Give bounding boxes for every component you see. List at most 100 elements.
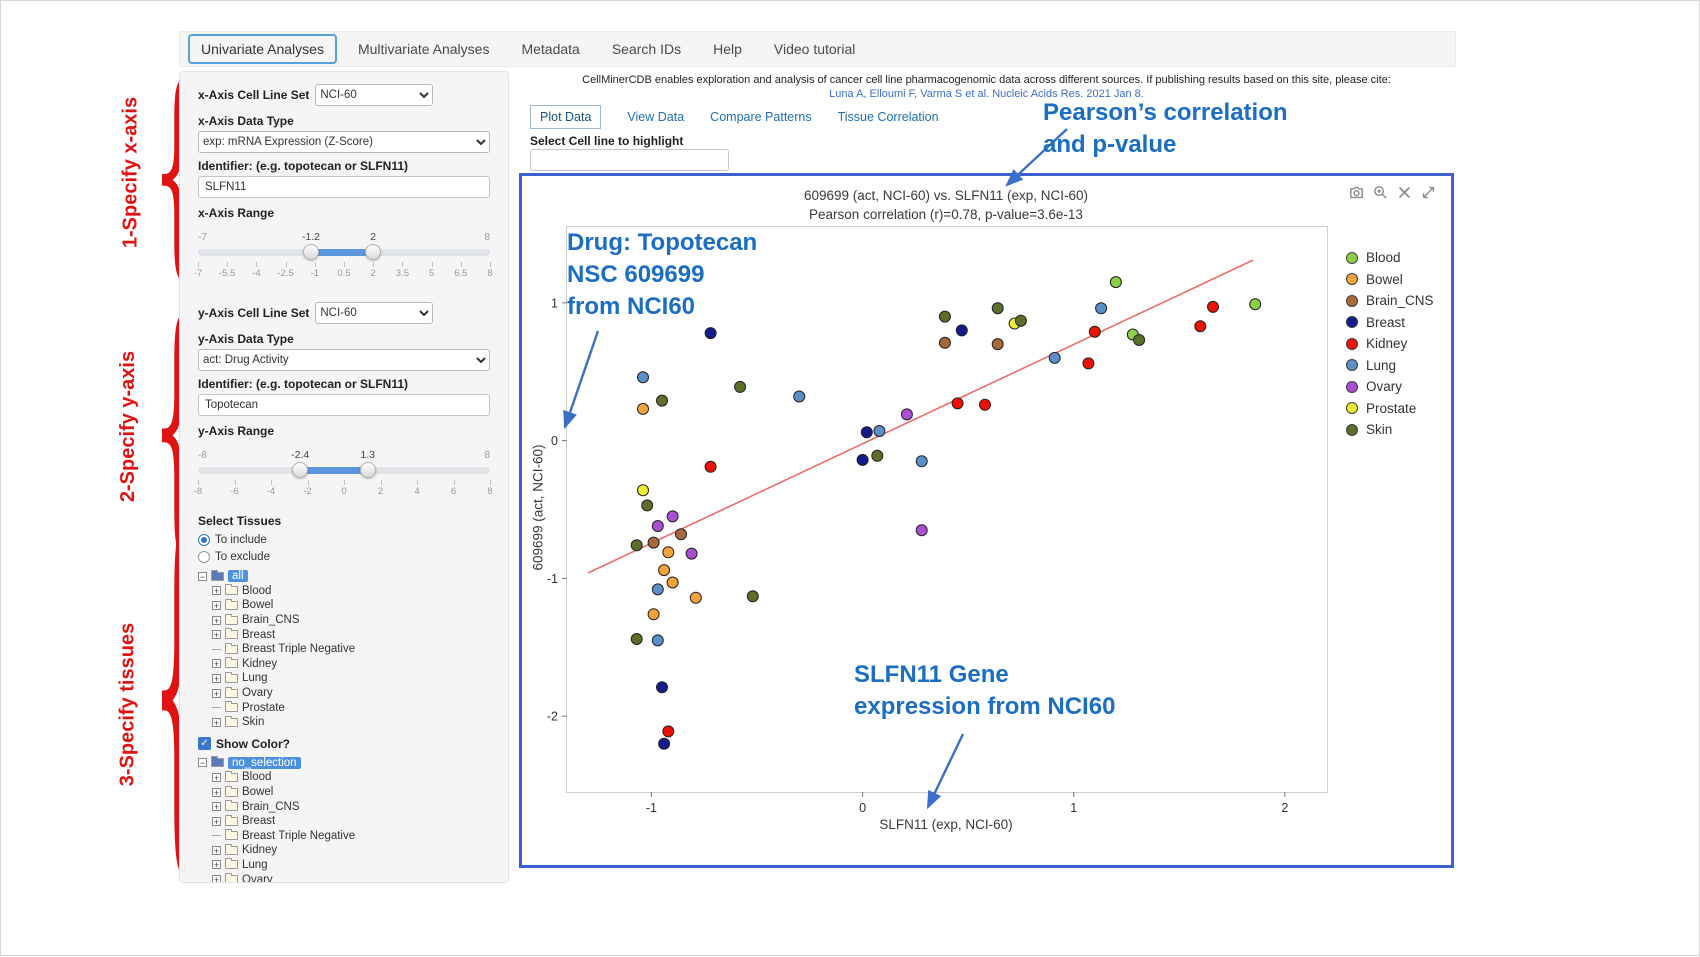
expand-icon[interactable]: + bbox=[212, 846, 221, 855]
tree-item-kidney[interactable]: +Kidney bbox=[212, 843, 490, 858]
radio-unselected-icon[interactable] bbox=[198, 551, 210, 563]
pan-icon[interactable] bbox=[1420, 184, 1437, 201]
data-point-breast[interactable] bbox=[657, 682, 668, 693]
legend-item-blood[interactable]: Blood bbox=[1346, 247, 1434, 269]
legend-item-prostate[interactable]: Prostate bbox=[1346, 398, 1434, 420]
data-point-breast[interactable] bbox=[857, 454, 868, 465]
data-point-ovary[interactable] bbox=[901, 409, 912, 420]
data-point-kidney[interactable] bbox=[1195, 321, 1206, 332]
data-point-skin[interactable] bbox=[657, 395, 668, 406]
tab-compare-patterns[interactable]: Compare Patterns bbox=[710, 110, 811, 124]
data-point-skin[interactable] bbox=[631, 634, 642, 645]
tree-item-breast-triple-negative[interactable]: Breast Triple Negative bbox=[212, 829, 490, 844]
slider-handle-right[interactable] bbox=[365, 244, 381, 260]
data-point-bowel[interactable] bbox=[648, 609, 659, 620]
data-point-bowel[interactable] bbox=[667, 577, 678, 588]
collapse-icon[interactable]: − bbox=[198, 572, 207, 581]
data-point-breast[interactable] bbox=[705, 328, 716, 339]
radio-to-include[interactable]: To include bbox=[198, 531, 490, 548]
data-point-lung[interactable] bbox=[652, 584, 663, 595]
legend-item-lung[interactable]: Lung bbox=[1346, 355, 1434, 377]
data-point-bowel[interactable] bbox=[663, 547, 674, 558]
nav-tab-univariate-analyses[interactable]: Univariate Analyses bbox=[188, 34, 337, 64]
data-point-kidney[interactable] bbox=[663, 726, 674, 737]
data-point-skin[interactable] bbox=[631, 540, 642, 551]
tree-item-skin[interactable]: +Skin bbox=[212, 715, 490, 730]
tree-item-ovary[interactable]: +Ovary bbox=[212, 686, 490, 701]
slider-handle-right[interactable] bbox=[360, 462, 376, 478]
data-point-ovary[interactable] bbox=[686, 548, 697, 559]
close-icon[interactable] bbox=[1396, 184, 1413, 201]
legend-item-bowel[interactable]: Bowel bbox=[1346, 269, 1434, 291]
tree-item-bowel[interactable]: +Bowel bbox=[212, 598, 490, 613]
data-point-lung[interactable] bbox=[916, 456, 927, 467]
tree-item-brain-cns[interactable]: +Brain_CNS bbox=[212, 799, 490, 814]
tab-plot-data[interactable]: Plot Data bbox=[530, 105, 601, 129]
tree-root-no-selection[interactable]: − no_selection bbox=[198, 756, 490, 771]
slider-selected-range[interactable] bbox=[300, 467, 368, 474]
tree-item-blood[interactable]: +Blood bbox=[212, 584, 490, 599]
tree-item-lung[interactable]: +Lung bbox=[212, 858, 490, 873]
slider-handle-left[interactable] bbox=[303, 244, 319, 260]
camera-icon[interactable] bbox=[1348, 184, 1365, 201]
y-identifier-input[interactable] bbox=[198, 394, 490, 416]
legend-item-ovary[interactable]: Ovary bbox=[1346, 376, 1434, 398]
radio-to-exclude[interactable]: To exclude bbox=[198, 548, 490, 565]
expand-icon[interactable]: + bbox=[212, 674, 221, 683]
data-point-kidney[interactable] bbox=[1208, 301, 1219, 312]
nav-tab-video-tutorial[interactable]: Video tutorial bbox=[763, 36, 866, 62]
data-point-prostate[interactable] bbox=[638, 485, 649, 496]
y-data-type-select[interactable]: act: Drug Activity bbox=[198, 349, 490, 371]
data-point-breast[interactable] bbox=[659, 738, 670, 749]
data-point-blood[interactable] bbox=[1250, 299, 1261, 310]
data-point-skin[interactable] bbox=[872, 450, 883, 461]
slider-handle-left[interactable] bbox=[292, 462, 308, 478]
nav-tab-multivariate-analyses[interactable]: Multivariate Analyses bbox=[347, 36, 501, 62]
expand-icon[interactable]: + bbox=[212, 788, 221, 797]
data-point-ovary[interactable] bbox=[916, 525, 927, 536]
tree-item-brain-cns[interactable]: +Brain_CNS bbox=[212, 613, 490, 628]
plot-area[interactable]: -1012-2-101 bbox=[566, 226, 1328, 793]
tab-view-data[interactable]: View Data bbox=[627, 110, 684, 124]
legend-item-brain-cns[interactable]: Brain_CNS bbox=[1346, 290, 1434, 312]
tree-item-breast[interactable]: +Breast bbox=[212, 627, 490, 642]
expand-icon[interactable]: + bbox=[212, 875, 221, 883]
data-point-lung[interactable] bbox=[1049, 352, 1060, 363]
x-range-slider[interactable]: -7 8 -1.2 2 -7-5.5-4-2.5-10.523.556.58 bbox=[198, 234, 490, 286]
expand-icon[interactable]: + bbox=[212, 659, 221, 668]
data-point-skin[interactable] bbox=[1134, 335, 1145, 346]
checkbox-checked-icon[interactable]: ✓ bbox=[198, 737, 211, 750]
data-point-kidney[interactable] bbox=[1089, 326, 1100, 337]
expand-icon[interactable]: + bbox=[212, 860, 221, 869]
data-point-bowel[interactable] bbox=[690, 592, 701, 603]
data-point-breast[interactable] bbox=[861, 427, 872, 438]
data-point-bowel[interactable] bbox=[638, 403, 649, 414]
expand-icon[interactable]: + bbox=[212, 616, 221, 625]
tree-item-blood[interactable]: +Blood bbox=[212, 770, 490, 785]
data-point-lung[interactable] bbox=[794, 391, 805, 402]
tree-item-bowel[interactable]: +Bowel bbox=[212, 785, 490, 800]
slider-track[interactable] bbox=[198, 249, 490, 256]
data-point-lung[interactable] bbox=[1096, 303, 1107, 314]
data-point-bowel[interactable] bbox=[659, 565, 670, 576]
data-point-kidney[interactable] bbox=[980, 399, 991, 410]
nav-tab-search-ids[interactable]: Search IDs bbox=[601, 36, 692, 62]
slider-selected-range[interactable] bbox=[311, 249, 373, 256]
y-cell-line-set-select[interactable]: NCI-60 bbox=[315, 302, 433, 324]
x-data-type-select[interactable]: exp: mRNA Expression (Z-Score) bbox=[198, 131, 490, 153]
tree-item-breast-triple-negative[interactable]: Breast Triple Negative bbox=[212, 642, 490, 657]
radio-selected-icon[interactable] bbox=[198, 534, 210, 546]
data-point-lung[interactable] bbox=[652, 635, 663, 646]
highlight-input[interactable] bbox=[530, 149, 729, 171]
data-point-skin[interactable] bbox=[747, 591, 758, 602]
data-point-skin[interactable] bbox=[939, 311, 950, 322]
tree-root-all[interactable]: − all bbox=[198, 569, 490, 584]
tree-item-prostate[interactable]: Prostate bbox=[212, 700, 490, 715]
x-cell-line-set-select[interactable]: NCI-60 bbox=[315, 84, 433, 106]
nav-tab-metadata[interactable]: Metadata bbox=[510, 36, 590, 62]
data-point-breast[interactable] bbox=[956, 325, 967, 336]
y-range-slider[interactable]: -8 8 -2.4 1.3 -8-6-4-202468 bbox=[198, 452, 490, 504]
data-point-brain-cns[interactable] bbox=[676, 529, 687, 540]
legend-item-skin[interactable]: Skin bbox=[1346, 419, 1434, 441]
expand-icon[interactable]: + bbox=[212, 601, 221, 610]
